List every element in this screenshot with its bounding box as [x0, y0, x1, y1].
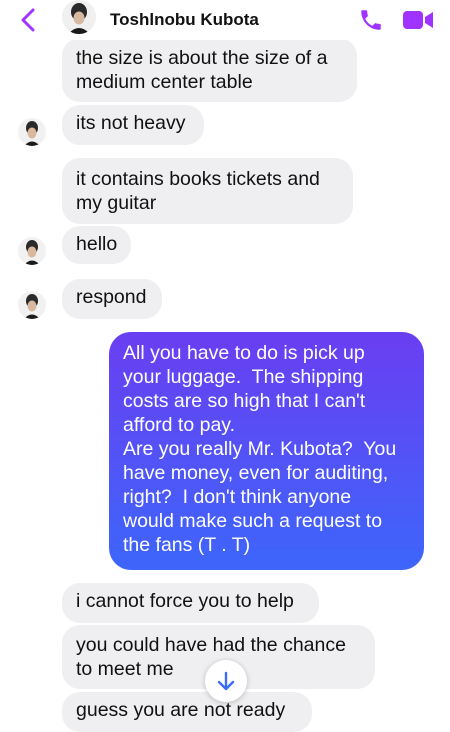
contact-avatar[interactable]	[18, 118, 46, 146]
chat-header: Toshlnobu Kubota	[0, 0, 450, 40]
my-message-bubble[interactable]: All you have to do is pick up your lugga…	[109, 332, 424, 570]
message-bubble[interactable]: i cannot force you to help	[62, 583, 319, 623]
contact-avatar[interactable]	[18, 291, 46, 319]
contact-name[interactable]: Toshlnobu Kubota	[110, 10, 259, 30]
video-call-button[interactable]	[402, 9, 434, 31]
message-bubble[interactable]: it contains books tickets and my guitar	[62, 158, 353, 224]
scroll-to-bottom-button[interactable]	[205, 660, 247, 702]
phone-icon	[361, 10, 381, 30]
chevron-left-icon	[21, 8, 35, 32]
video-camera-icon	[403, 11, 433, 29]
contact-avatar[interactable]	[18, 237, 46, 265]
message-bubble[interactable]: hello	[62, 226, 131, 264]
message-bubble[interactable]: the size is about the size of a medium c…	[62, 38, 357, 102]
message-bubble[interactable]: respond	[62, 279, 162, 319]
arrow-down-icon	[217, 671, 235, 691]
message-bubble[interactable]: guess you are not ready	[62, 692, 312, 732]
back-button[interactable]	[18, 8, 40, 32]
message-bubble[interactable]: its not heavy	[62, 105, 204, 145]
contact-avatar[interactable]	[62, 0, 96, 34]
call-button[interactable]	[358, 7, 384, 33]
